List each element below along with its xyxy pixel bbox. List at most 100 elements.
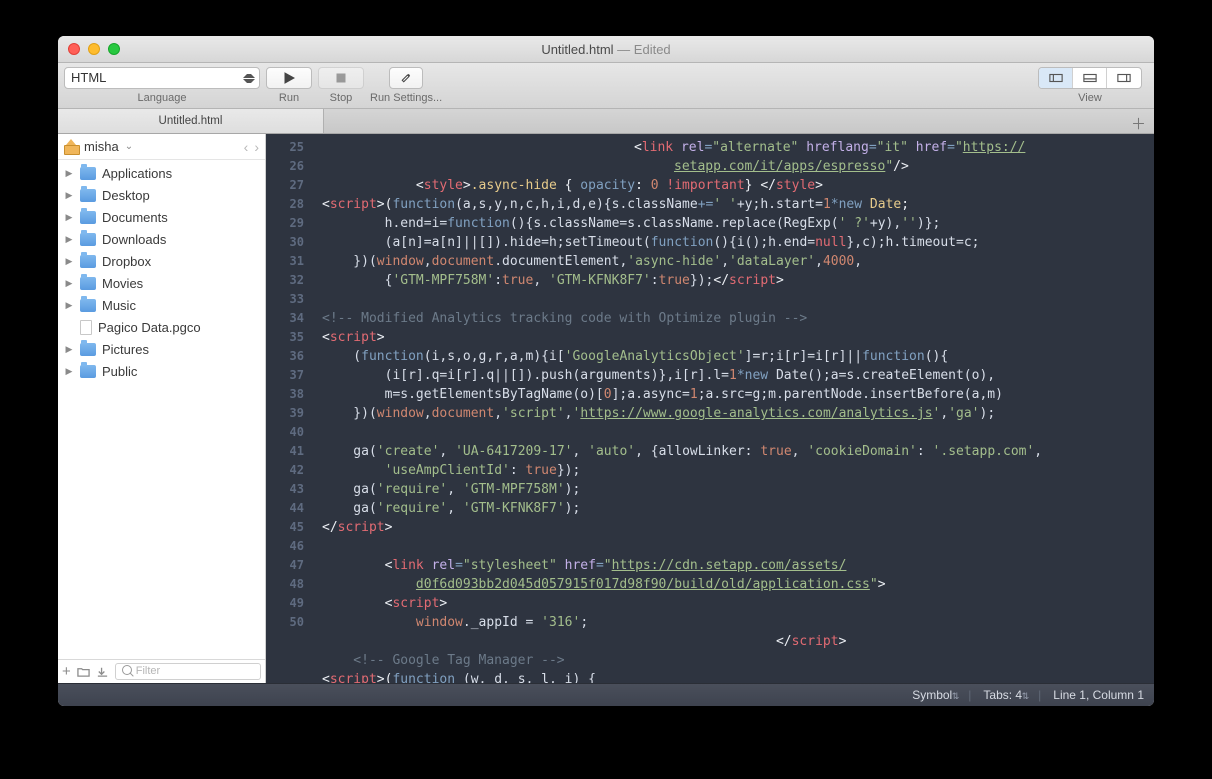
run-label: Run — [279, 92, 299, 104]
disclosure-icon: ▶ — [64, 212, 74, 223]
search-icon — [122, 665, 134, 677]
code-area[interactable]: <link rel="alternate" hreflang="it" href… — [314, 134, 1154, 683]
view-segmented — [1038, 67, 1142, 89]
home-icon — [64, 141, 78, 153]
file-row[interactable]: ▶ Documents — [58, 206, 265, 228]
folder-icon — [80, 189, 96, 202]
file-row[interactable]: ▶ Pictures — [58, 338, 265, 360]
file-name: Dropbox — [102, 254, 151, 269]
folder-icon — [80, 343, 96, 356]
disclosure-icon: ▶ — [64, 168, 74, 179]
tab-untitled[interactable]: Untitled.html — [58, 109, 324, 133]
disclosure-icon: ▶ — [64, 190, 74, 201]
disclosure-icon: ▶ — [64, 234, 74, 245]
filter-input[interactable]: Filter — [115, 663, 261, 680]
chevron-down-icon[interactable]: ⌄ — [125, 141, 133, 152]
nav-back-button[interactable]: ‹ — [244, 139, 249, 155]
file-row[interactable]: ▶ Downloads — [58, 228, 265, 250]
language-label: Language — [138, 92, 187, 104]
language-select[interactable]: HTML — [64, 67, 260, 89]
view-bottom-panel-button[interactable] — [1073, 68, 1107, 88]
disclosure-icon: ▶ — [64, 300, 74, 311]
folder-icon — [80, 167, 96, 180]
line-number: 40 — [266, 423, 314, 442]
line-number: 31 — [266, 252, 314, 271]
disclosure-icon: ▶ — [64, 366, 74, 377]
file-row[interactable]: ▶ Desktop — [58, 184, 265, 206]
file-name: Downloads — [102, 232, 166, 247]
editor: 2526272829303132333435363738394041424344… — [266, 134, 1154, 683]
stop-button[interactable] — [318, 67, 364, 89]
gutter: 2526272829303132333435363738394041424344… — [266, 134, 314, 683]
sidebar: misha ⌄ ‹ › ▶ Applications ▶ Desktop ▶ Docume… — [58, 134, 266, 683]
path-crumb: misha ⌄ ‹ › — [58, 134, 265, 160]
file-name: Movies — [102, 276, 143, 291]
run-button[interactable] — [266, 67, 312, 89]
view-label: View — [1078, 92, 1102, 104]
line-number: 48 — [266, 575, 314, 594]
cursor-position: Line 1, Column 1 — [1053, 688, 1144, 702]
line-number: 50 — [266, 613, 314, 632]
file-row[interactable]: Pagico Data.pgco — [58, 316, 265, 338]
line-number: 38 — [266, 385, 314, 404]
disclosure-icon: ▶ — [64, 278, 74, 289]
line-number: 29 — [266, 214, 314, 233]
tabs-setting[interactable]: Tabs: 4 — [983, 688, 1026, 702]
file-name: Applications — [102, 166, 172, 181]
line-number: 46 — [266, 537, 314, 556]
folder-icon — [80, 365, 96, 378]
view-right-panel-button[interactable] — [1107, 68, 1141, 88]
disclosure-icon: ▶ — [64, 344, 74, 355]
folder-icon — [80, 299, 96, 312]
folder-icon — [80, 233, 96, 246]
toolbar: HTML Language Run Stop Run Settings... — [58, 63, 1154, 109]
line-number: 49 — [266, 594, 314, 613]
line-number: 30 — [266, 233, 314, 252]
line-number: 45 — [266, 518, 314, 537]
folder-icon — [80, 277, 96, 290]
line-number: 36 — [266, 347, 314, 366]
tab-bar-rest: ＋ — [324, 109, 1154, 133]
line-number: 35 — [266, 328, 314, 347]
symbol-picker[interactable]: Symbol — [912, 688, 956, 702]
sidebar-footer: + Filter — [58, 659, 265, 683]
line-number: 26 — [266, 157, 314, 176]
window-title: Untitled.html — Edited — [58, 42, 1154, 57]
status-bar: Symbol | Tabs: 4 | Line 1, Column 1 — [58, 683, 1154, 706]
file-name: Documents — [102, 210, 168, 225]
line-number: 42 — [266, 461, 314, 480]
run-settings-button[interactable] — [389, 67, 423, 89]
titlebar: Untitled.html — Edited — [58, 36, 1154, 63]
action-icon[interactable] — [96, 665, 109, 678]
line-number: 37 — [266, 366, 314, 385]
file-row[interactable]: ▶Public — [58, 360, 265, 382]
file-row[interactable]: ▶ Music — [58, 294, 265, 316]
app-window: Untitled.html — Edited HTML Language Run… — [58, 36, 1154, 706]
run-settings-label: Run Settings... — [370, 92, 442, 104]
line-number: 43 — [266, 480, 314, 499]
file-name: Desktop — [102, 188, 150, 203]
line-number: 25 — [266, 138, 314, 157]
nav-forward-button[interactable]: › — [254, 139, 259, 155]
file-icon — [80, 320, 92, 335]
stop-label: Stop — [330, 92, 353, 104]
file-row[interactable]: ▶ Movies — [58, 272, 265, 294]
crumb-label[interactable]: misha — [84, 139, 119, 154]
new-tab-button[interactable]: ＋ — [1131, 113, 1146, 134]
line-number: 47 — [266, 556, 314, 575]
file-name: Pictures — [102, 342, 149, 357]
view-left-panel-button[interactable] — [1039, 68, 1073, 88]
line-number: 39 — [266, 404, 314, 423]
file-list: ▶ Applications ▶ Desktop ▶ Documents ▶ Download… — [58, 160, 265, 659]
line-number: 28 — [266, 195, 314, 214]
file-row[interactable]: ▶Dropbox — [58, 250, 265, 272]
new-folder-icon[interactable] — [77, 665, 90, 678]
line-number: 34 — [266, 309, 314, 328]
file-name: Music — [102, 298, 136, 313]
folder-icon — [80, 255, 96, 268]
line-number: 27 — [266, 176, 314, 195]
new-file-button[interactable]: + — [62, 666, 71, 678]
folder-icon — [80, 211, 96, 224]
file-row[interactable]: ▶ Applications — [58, 162, 265, 184]
line-number: 41 — [266, 442, 314, 461]
